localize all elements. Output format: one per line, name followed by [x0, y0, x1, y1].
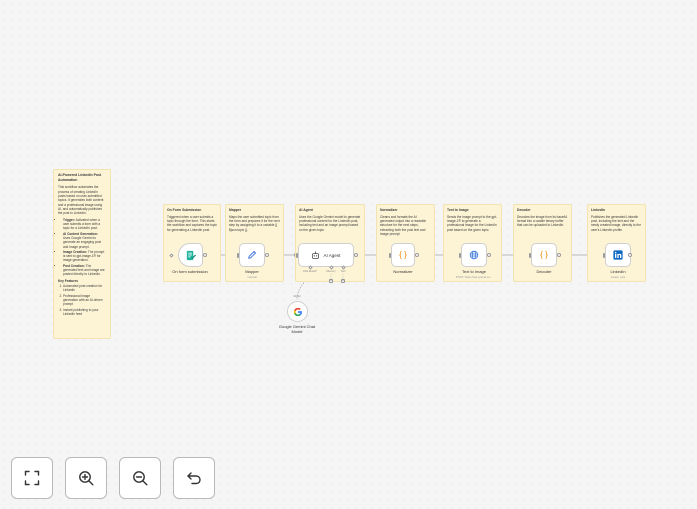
- note-body: Sends the image prompt to the gpt-image-…: [447, 214, 497, 232]
- add-memory-button[interactable]: +: [329, 279, 333, 283]
- undo-icon: [187, 472, 201, 485]
- note-step-text: Uses Google Gemini to generate an engagi…: [63, 235, 101, 249]
- node-input-handle[interactable]: [296, 252, 298, 258]
- node-input-handle[interactable]: [603, 252, 605, 258]
- key-feature-item: Automated post creation for LinkedIn: [63, 284, 106, 293]
- node-label: Decoder: [536, 269, 552, 274]
- node-subtitle: POST: https://api.openai.co...: [455, 274, 493, 279]
- node-label: AI Agent: [323, 252, 341, 258]
- node-on-form-submission[interactable]: [178, 243, 203, 267]
- node-subtitle: create: post: [610, 274, 626, 279]
- note-body: Publishes the generated LinkedIn post, i…: [591, 214, 641, 232]
- node-output-handle[interactable]: [354, 253, 358, 257]
- note-body: Maps the user submitted topic from the f…: [229, 214, 280, 232]
- node-label: Mapper: [245, 269, 259, 274]
- key-feature-item: Professional image generation with an AI…: [63, 294, 106, 307]
- note-title: Mapper: [229, 208, 242, 212]
- note-body: Uses the Google Gemini model to generate…: [299, 214, 361, 232]
- workflow-description-note[interactable]: AI-Powered LinkedIn Post Automation This…: [53, 169, 111, 339]
- note-title: Normalizer: [380, 208, 398, 212]
- key-feature-item: Instant publishing to your LinkedIn feed: [63, 308, 106, 317]
- note-step-item: Trigger: Activated when a user submits a…: [63, 218, 106, 231]
- zoom-out-icon: [133, 471, 148, 486]
- zoom-in-icon: [79, 471, 94, 486]
- key-features-list: Automated post creation for LinkedInProf…: [58, 284, 106, 316]
- node-text-to-image[interactable]: [461, 243, 487, 267]
- node-ai-agent[interactable]: AI Agent: [298, 243, 354, 267]
- add-tool-button[interactable]: +: [341, 279, 345, 283]
- workflow-canvas[interactable]: AI-Powered LinkedIn Post Automation This…: [0, 0, 697, 509]
- note-intro: This workflow automates the process of c…: [58, 185, 104, 216]
- note-title: AI-Powered LinkedIn Post Automation: [58, 173, 102, 182]
- note-title: LinkedIn: [591, 208, 605, 212]
- note-body: Decodes the image from its base64 format…: [517, 214, 568, 228]
- note-steps-list: Trigger: Activated when a user submits a…: [58, 218, 106, 277]
- memory-port-label: Memory: [326, 270, 336, 273]
- note-step-item: Post Creation: The generated text and im…: [63, 264, 106, 277]
- node-input-handle[interactable]: [529, 252, 531, 258]
- fit-view-button[interactable]: [11, 457, 53, 499]
- zoom-out-button[interactable]: [119, 457, 161, 499]
- node-normalizer[interactable]: [391, 243, 415, 267]
- code-braces-icon: [399, 250, 407, 260]
- node-label: Google Gemini Chat Model: [278, 323, 316, 334]
- code-braces-icon: [540, 250, 548, 260]
- node-input-handle[interactable]: [237, 252, 239, 258]
- model-port-label: Model: [293, 295, 301, 298]
- chat-model-port-label: Chat Model*: [302, 270, 318, 273]
- google-g-icon: [293, 307, 302, 316]
- node-google-gemini-chat-model[interactable]: [287, 301, 308, 322]
- note-step-item: Image Creation: The prompt is sent to gp…: [63, 250, 106, 263]
- node-label: LinkedIn: [610, 269, 626, 274]
- zoom-in-button[interactable]: [65, 457, 107, 499]
- node-input-handle[interactable]: [389, 252, 391, 258]
- globe-icon: [469, 250, 479, 260]
- note-body: Cleans and formats the AI generated outp…: [380, 214, 427, 236]
- node-input-handle[interactable]: [459, 252, 461, 258]
- note-body: Triggered when a user submits a topic th…: [167, 214, 217, 232]
- node-mapper[interactable]: [239, 243, 265, 267]
- node-subtitle: manual: [247, 274, 257, 279]
- key-features-title: Key Features: [58, 278, 79, 283]
- node-decoder[interactable]: [531, 243, 557, 267]
- node-output-handle[interactable]: [487, 253, 491, 257]
- fit-view-icon: [24, 470, 40, 486]
- note-step-item: AI Content Generation: Uses Google Gemin…: [63, 232, 106, 249]
- tool-port-label: Tool: [340, 270, 346, 273]
- undo-button[interactable]: [173, 457, 215, 499]
- node-output-handle[interactable]: [557, 253, 561, 257]
- robot-icon: [312, 250, 320, 259]
- note-title: On Form Submission: [167, 208, 202, 212]
- note-title: Text to Image: [447, 208, 469, 212]
- linkedin-icon: [613, 250, 623, 260]
- node-output-handle[interactable]: [203, 253, 207, 257]
- node-label: Text to Image: [461, 269, 487, 274]
- form-icon: [186, 250, 196, 260]
- node-output-handle[interactable]: [628, 253, 632, 257]
- node-label: On form submission: [172, 269, 208, 274]
- node-output-handle[interactable]: [415, 253, 419, 257]
- node-output-handle[interactable]: [265, 253, 269, 257]
- note-title: AI Agent: [299, 208, 313, 212]
- node-label: Normalizer: [393, 269, 413, 274]
- pencil-icon: [248, 251, 256, 259]
- note-title: Decoder: [517, 208, 531, 212]
